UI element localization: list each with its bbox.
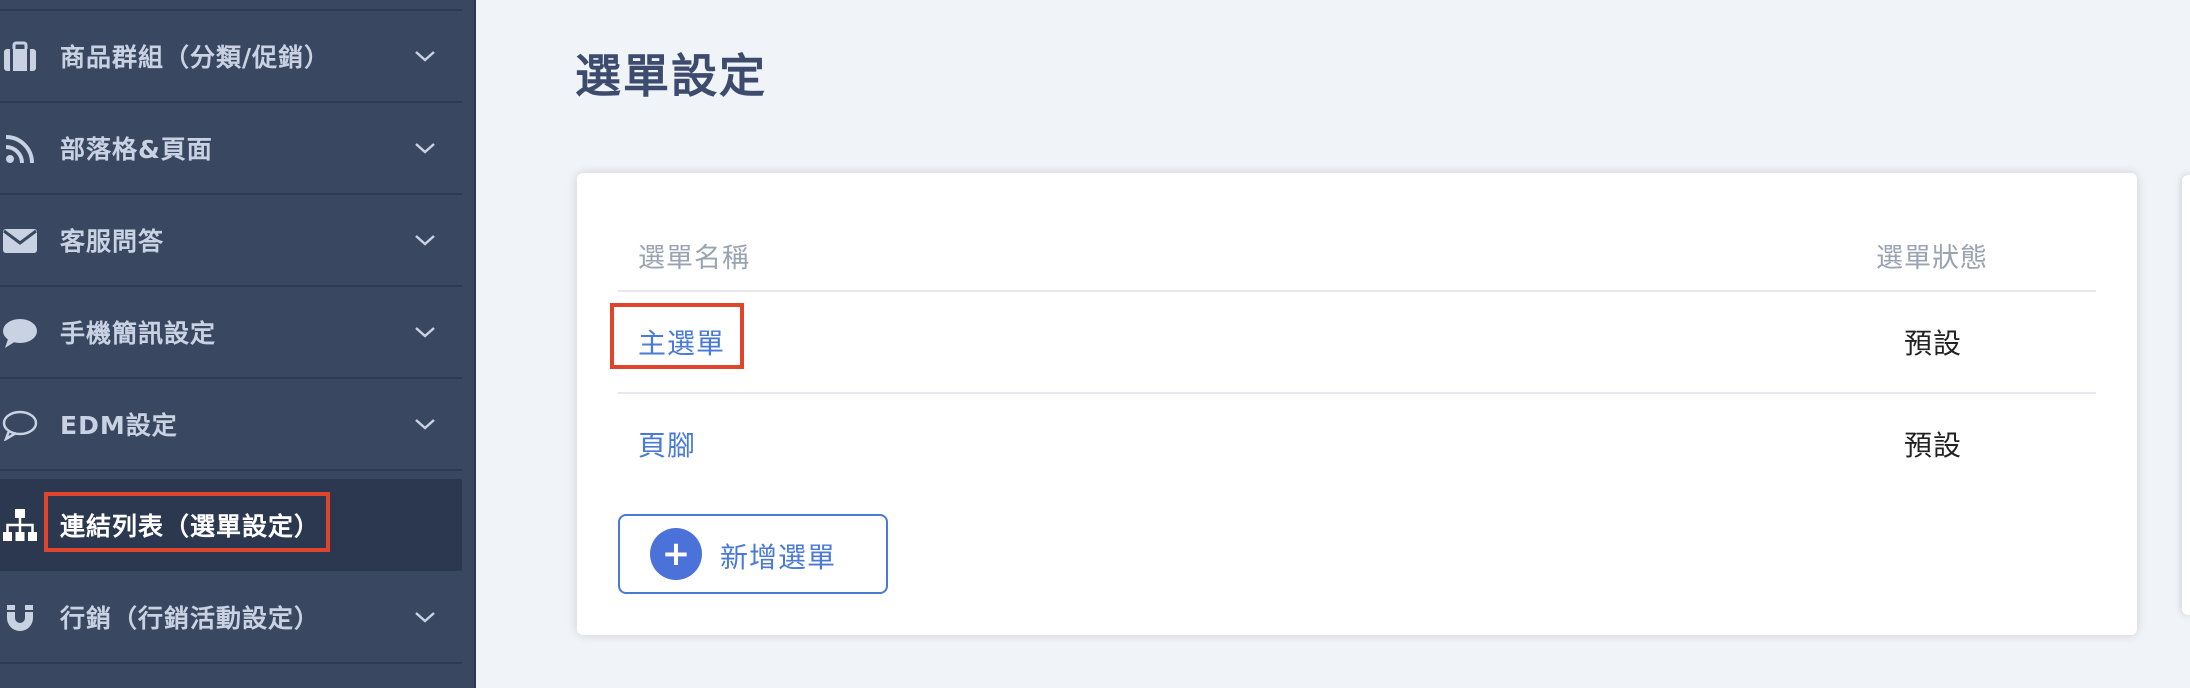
- briefcase-icon: [0, 37, 40, 77]
- sidebar-item-label: EDM設定: [60, 411, 178, 440]
- sidebar-item-label: 部落格&頁面: [60, 135, 213, 164]
- sidebar-item-link-lists[interactable]: 連結列表（選單設定）: [0, 479, 462, 571]
- row-divider: [618, 392, 2096, 394]
- row-divider: [618, 290, 2096, 292]
- menu-name-link[interactable]: 主選單: [638, 322, 725, 362]
- sidebar-item-customer-qa[interactable]: 客服問答: [0, 195, 462, 287]
- column-header-menu-name: 選單名稱: [638, 243, 750, 274]
- sidebar-item-blog-pages[interactable]: 部落格&頁面: [0, 103, 462, 195]
- sidebar-item-label: 手機簡訊設定: [60, 319, 217, 348]
- sidebar-item-label: 商品群組（分類/促銷）: [60, 43, 331, 72]
- sitemap-icon: [0, 505, 40, 545]
- sidebar-item-sms-settings[interactable]: 手機簡訊設定: [0, 287, 462, 379]
- sidebar: 商品群組（分類/促銷） 部落格&頁面 客服問答 手機簡訊設定 EDM設定 連結列…: [0, 0, 476, 688]
- chevron-down-icon: [415, 235, 435, 246]
- menu-status: 預設: [1904, 327, 1963, 360]
- chevron-down-icon: [415, 143, 435, 154]
- plus-icon: +: [650, 528, 702, 580]
- sidebar-item-label: 客服問答: [60, 227, 165, 256]
- sidebar-item-product-groups[interactable]: 商品群組（分類/促銷）: [0, 11, 462, 103]
- chevron-down-icon: [415, 327, 435, 338]
- envelope-icon: [0, 221, 40, 261]
- magnet-icon: [0, 598, 40, 638]
- add-menu-button[interactable]: + 新增選單: [618, 514, 888, 594]
- sidebar-item-edm-settings[interactable]: EDM設定: [0, 379, 462, 471]
- sidebar-item-label: 行銷（行銷活動設定）: [60, 604, 321, 633]
- side-panel-edge: [2182, 175, 2190, 615]
- add-menu-label: 新增選單: [720, 541, 837, 574]
- menu-name-link[interactable]: 頁腳: [638, 424, 696, 464]
- chevron-down-icon: [415, 51, 435, 62]
- column-header-menu-status: 選單狀態: [1876, 243, 1988, 274]
- chat-outline-icon: [0, 405, 40, 445]
- page-title: 選單設定: [575, 49, 767, 103]
- menu-status: 預設: [1904, 429, 1963, 462]
- sidebar-item-label: 連結列表（選單設定）: [60, 512, 321, 541]
- chat-bubble-icon: [0, 313, 40, 353]
- chevron-down-icon: [415, 612, 435, 623]
- sidebar-item-marketing[interactable]: 行銷（行銷活動設定）: [0, 572, 462, 664]
- rss-icon: [0, 129, 40, 169]
- chevron-down-icon: [415, 419, 435, 430]
